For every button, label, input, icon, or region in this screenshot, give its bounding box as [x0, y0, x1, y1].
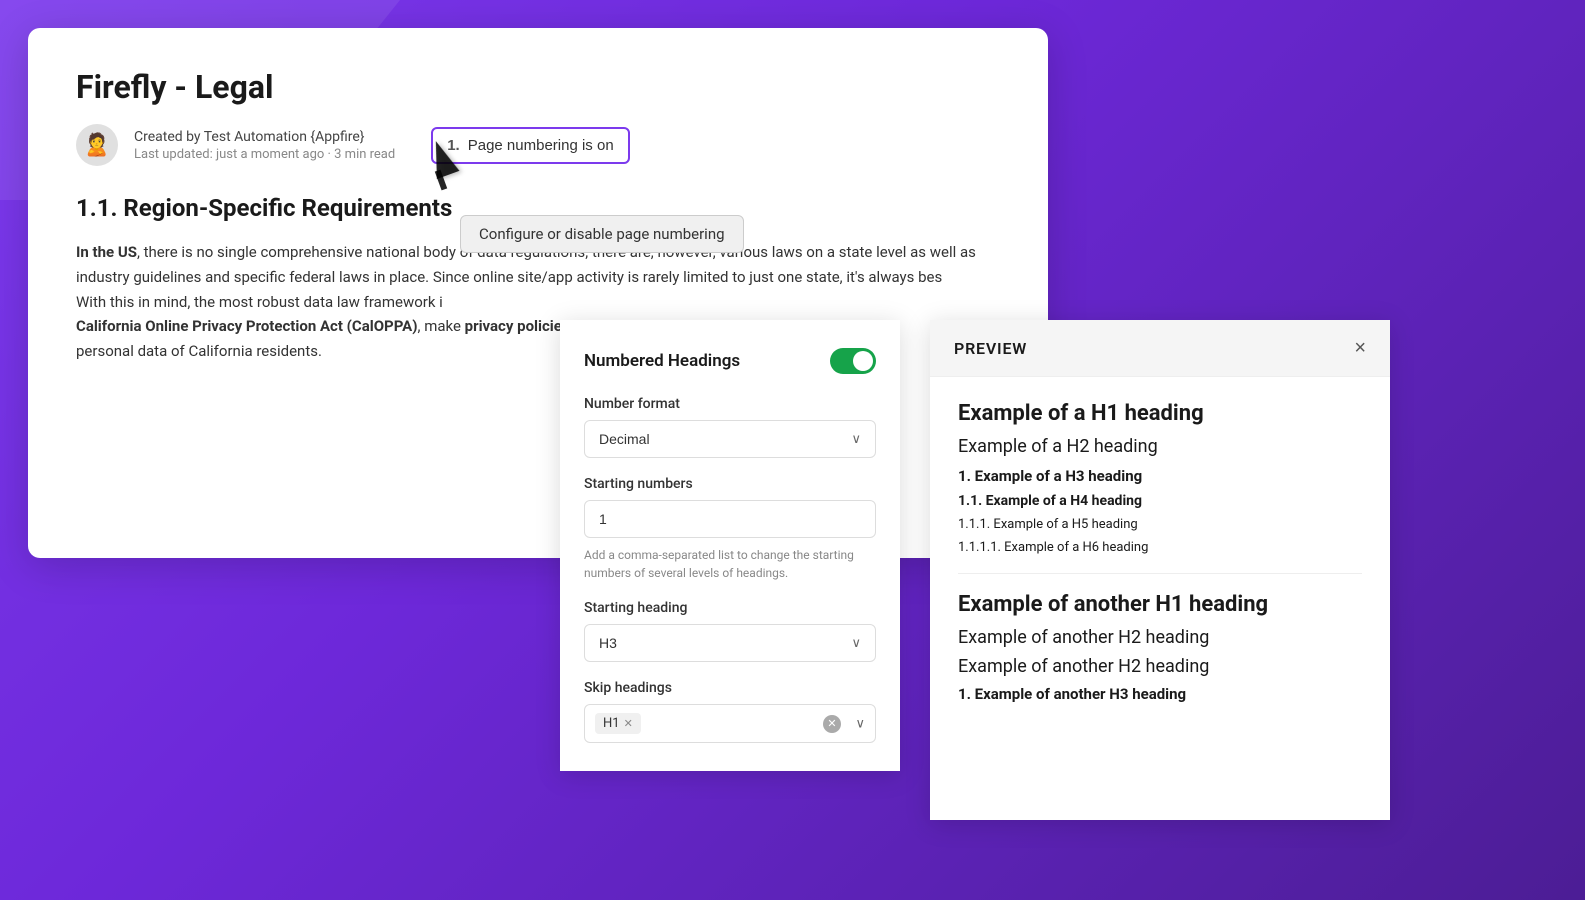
number-format-dropdown-wrapper: Decimal ∨ [584, 420, 876, 458]
page-numbering-tooltip: Configure or disable page numbering [460, 215, 744, 253]
preview-h4: 1.1. Example of a H4 heading [958, 493, 1362, 509]
number-format-dropdown[interactable]: Decimal ∨ [584, 420, 876, 458]
avatar: 🙎 [76, 124, 118, 166]
skip-clear-button[interactable]: ✕ [823, 715, 841, 733]
starting-numbers-label: Starting numbers [584, 476, 876, 492]
number-format-chevron-icon: ∨ [851, 431, 861, 447]
skip-h1-tag[interactable]: H1 ✕ [595, 713, 641, 734]
preview-header: PREVIEW × [930, 320, 1390, 377]
starting-heading-group: Starting heading H3 ∨ [584, 600, 876, 662]
preview-h1: Example of a H1 heading [958, 401, 1362, 426]
preview-panel: PREVIEW × Example of a H1 heading Exampl… [930, 320, 1390, 820]
skip-headings-label: Skip headings [584, 680, 876, 696]
starting-numbers-hint: Add a comma-separated list to change the… [584, 546, 876, 582]
settings-title: Numbered Headings [584, 351, 740, 371]
preview-h5: 1.1.1. Example of a H5 heading [958, 517, 1362, 532]
settings-panel: Numbered Headings Number format Decimal … [560, 320, 900, 771]
skip-chevron-icon: ∨ [855, 716, 865, 731]
preview-h6: 1.1.1.1. Example of a H6 heading [958, 540, 1362, 555]
doc-meta-author: Created by Test Automation {Appfire} [134, 129, 395, 145]
skip-headings-input[interactable]: H1 ✕ ✕ ∨ [584, 704, 876, 743]
preview-divider [958, 573, 1362, 574]
preview-h3: 1. Example of a H3 heading [958, 467, 1362, 485]
numbered-headings-toggle[interactable] [830, 348, 876, 374]
starting-numbers-input[interactable]: 1 [584, 500, 876, 538]
doc-title: Firefly - Legal [76, 68, 1000, 106]
page-numbering-label: Page numbering is on [468, 137, 614, 154]
starting-heading-dropdown[interactable]: H3 ∨ [584, 624, 876, 662]
preview-title: PREVIEW [954, 339, 1027, 358]
settings-header: Numbered Headings [584, 348, 876, 374]
doc-meta: 🙎 Created by Test Automation {Appfire} L… [76, 124, 1000, 166]
preview-h1-alt: Example of another H1 heading [958, 592, 1362, 617]
preview-h3-alt: 1. Example of another H3 heading [958, 685, 1362, 703]
doc-meta-text: Created by Test Automation {Appfire} Las… [134, 129, 395, 162]
number-format-label: Number format [584, 396, 876, 412]
skip-headings-group: Skip headings H1 ✕ ✕ ∨ [584, 680, 876, 743]
page-num-icon: 1. [447, 137, 460, 154]
preview-h2: Example of a H2 heading [958, 436, 1362, 457]
starting-numbers-group: Starting numbers 1 Add a comma-separated… [584, 476, 876, 582]
starting-heading-dropdown-wrapper: H3 ∨ [584, 624, 876, 662]
skip-h1-remove-icon[interactable]: ✕ [624, 717, 633, 730]
preview-h2-alt2: Example of another H2 heading [958, 656, 1362, 677]
number-format-group: Number format Decimal ∨ [584, 396, 876, 458]
doc-meta-updated: Last updated: just a moment ago · 3 min … [134, 147, 395, 162]
preview-close-button[interactable]: × [1354, 338, 1366, 358]
preview-h2-alt1: Example of another H2 heading [958, 627, 1362, 648]
starting-heading-label: Starting heading [584, 600, 876, 616]
starting-heading-chevron-icon: ∨ [851, 635, 861, 651]
preview-content: Example of a H1 heading Example of a H2 … [930, 377, 1390, 735]
page-numbering-button[interactable]: 1. Page numbering is on [431, 127, 629, 164]
